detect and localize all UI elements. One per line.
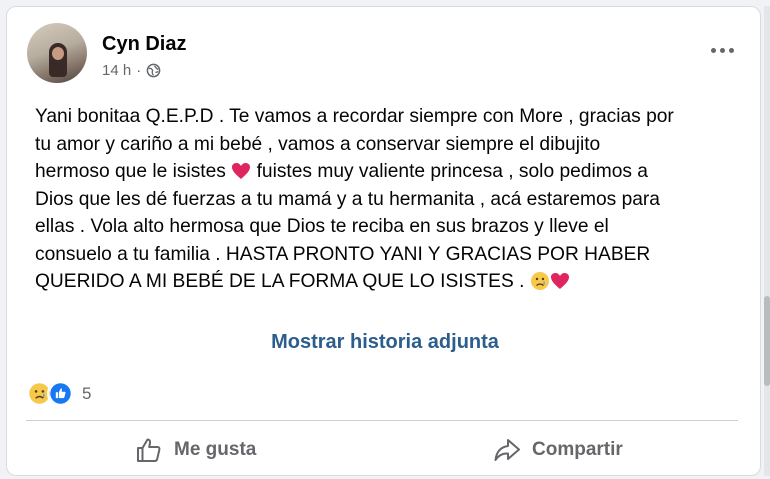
post-text-line: Yani bonitaa Q.E.P.D . Te vamos a record…: [35, 106, 674, 127]
post-text-line: consuelo a tu familia . HASTA PRONTO YAN…: [35, 243, 651, 265]
like-label: Me gusta: [174, 439, 257, 460]
avatar-face: [52, 47, 64, 60]
thumbs-up-icon: [137, 438, 161, 462]
reactions-summary[interactable]: 5: [26, 380, 91, 407]
meta-separator: ·: [136, 62, 142, 79]
post-text-line: Dios que les dé fuerzas a tu mamá y a tu…: [35, 188, 660, 210]
dot-icon: [710, 47, 716, 53]
post-card: Cyn Diaz 14 h · Yani bonitaa Q.E.P.D . T…: [6, 6, 761, 476]
author-avatar[interactable]: [27, 23, 87, 83]
globe-icon: [146, 63, 161, 78]
share-label: Compartir: [532, 439, 623, 460]
post-text-line: ellas . Vola alto hermosa que Dios te re…: [35, 216, 609, 237]
scrollbar-thumb[interactable]: [764, 296, 770, 386]
post-text-line: QUERIDO A MI BEBÉ DE LA FORMA QUE LO ISI…: [35, 268, 755, 296]
dot-icon: [719, 47, 725, 53]
post-text-line: hermoso que le isistes fuistes muy valie…: [35, 158, 755, 186]
reaction-count: 5: [82, 383, 92, 403]
post-text: Yani bonitaa Q.E.P.D . Te vamos a record…: [35, 103, 755, 296]
crying-emoji-icon: [530, 272, 549, 290]
share-button[interactable]: Compartir: [492, 433, 623, 467]
more-options-button[interactable]: [707, 39, 737, 61]
scrollbar[interactable]: [764, 6, 770, 476]
like-reaction-icon: [47, 380, 74, 407]
post-meta: 14 h ·: [102, 62, 161, 79]
post-text-segment: QUERIDO A MI BEBÉ DE LA FORMA QUE LO ISI…: [35, 271, 530, 292]
show-attached-story-link[interactable]: Mostrar historia adjunta: [0, 331, 770, 354]
post-time[interactable]: 14 h: [102, 62, 131, 79]
author-name[interactable]: Cyn Diaz: [102, 33, 186, 56]
post-text-line: tu amor y cariño a mi bebé , vamos a con…: [35, 133, 601, 155]
like-button[interactable]: Me gusta: [134, 433, 256, 467]
heart-emoji-icon: [550, 273, 569, 289]
share-arrow-icon: [494, 439, 520, 461]
dot-icon: [728, 47, 734, 53]
heart-emoji-icon: [232, 163, 251, 179]
post-text-segment: hermoso que le isistes: [35, 161, 232, 182]
actions-divider: [26, 420, 738, 421]
post-text-segment: fuistes muy valiente princesa , solo ped…: [251, 161, 648, 182]
